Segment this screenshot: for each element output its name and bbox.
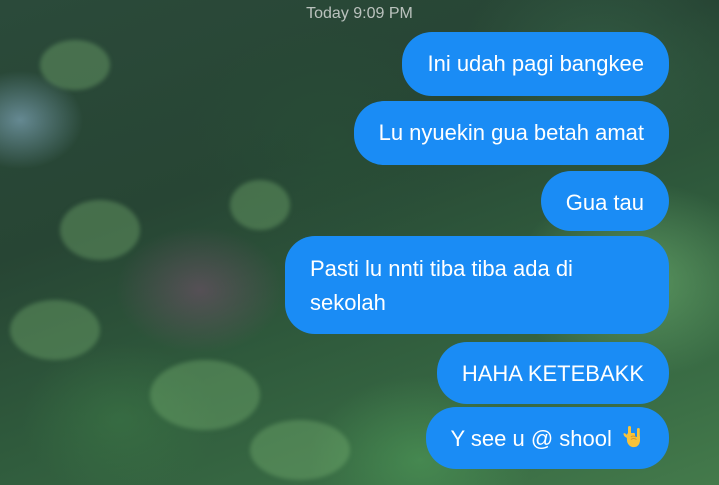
message-timestamp: Today 9:09 PM: [306, 5, 413, 22]
love-you-gesture-icon: [622, 425, 644, 449]
sent-message-bubble[interactable]: Pasti lu nnti tiba tiba ada di sekolah: [285, 236, 669, 334]
sent-message-bubble[interactable]: Gua tau: [540, 171, 669, 231]
message-thread[interactable]: Today 9:09 PM Ini udah pagi bangkee Lu n…: [0, 0, 719, 485]
sent-message-bubble[interactable]: Y see u @ shool: [425, 407, 669, 469]
message-text: Ini udah pagi bangkee: [427, 51, 644, 76]
message-text: Lu nyuekin gua betah amat: [378, 120, 644, 145]
message-text: Pasti lu nnti tiba tiba ada di sekolah: [310, 256, 573, 315]
sent-message-bubble[interactable]: Lu nyuekin gua betah amat: [353, 101, 669, 165]
sent-message-bubble[interactable]: Ini udah pagi bangkee: [402, 32, 669, 96]
sent-message-bubble[interactable]: HAHA KETEBAKK: [436, 342, 669, 404]
message-text: HAHA KETEBAKK: [461, 361, 644, 386]
message-text: Gua tau: [565, 190, 644, 215]
message-text: Y see u @ shool: [450, 426, 612, 451]
